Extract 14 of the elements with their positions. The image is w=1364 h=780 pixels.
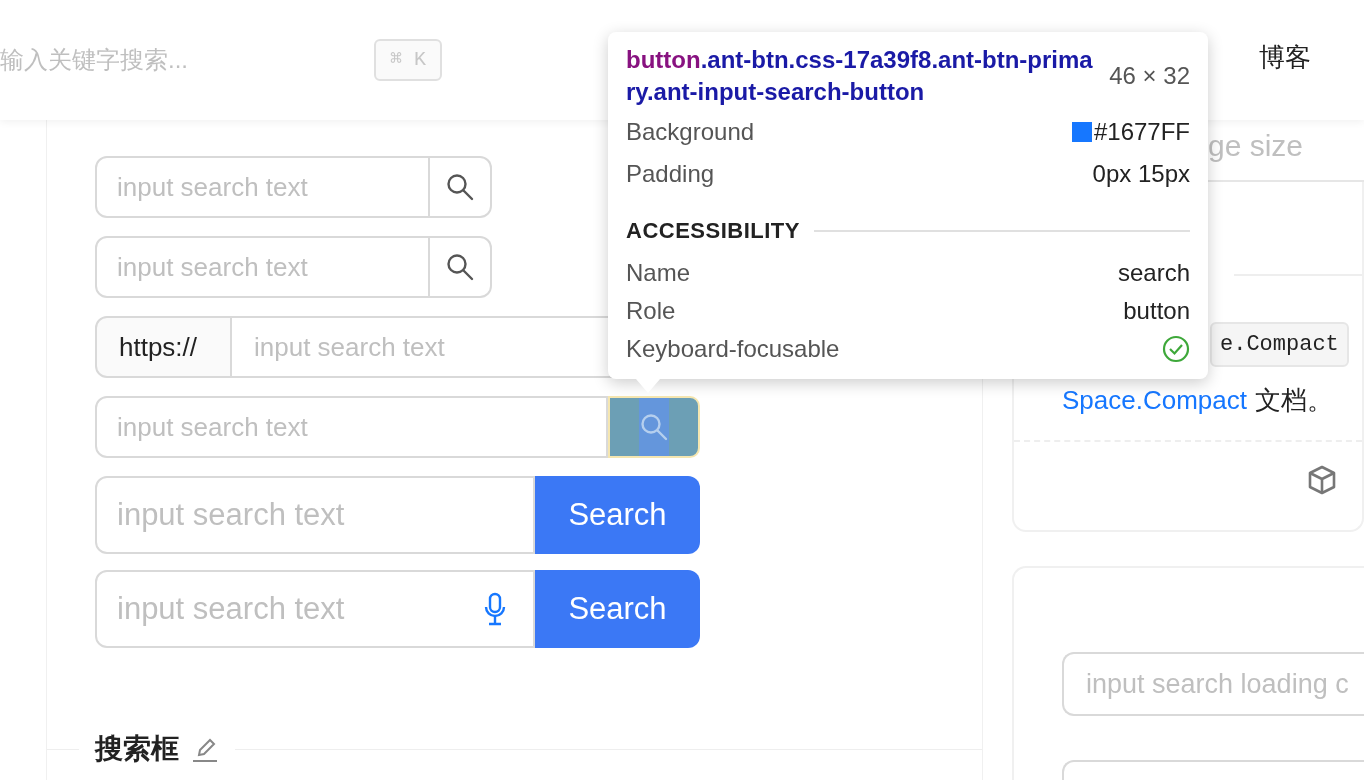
property-value: #1677FF <box>1093 117 1190 147</box>
code-snippet: e.Compact <box>1210 322 1349 367</box>
property-value: search <box>1117 258 1190 288</box>
property-value: button <box>1123 296 1190 326</box>
property-value: 0px 15px <box>1092 159 1190 189</box>
description-text: 文档。 <box>1255 384 1333 417</box>
property-label: Padding <box>626 159 715 189</box>
property-label: Name <box>626 258 691 288</box>
element-selector: button.ant-btn.css-17a39f8.ant-btn-primary.ant-input-search-button <box>626 45 1094 107</box>
element-size: 46 × 32 <box>1109 61 1190 91</box>
section-heading: 搜索框 <box>95 732 179 766</box>
url-prefix-addon: https:// <box>95 316 232 378</box>
section-label: ACCESSIBILITY <box>626 217 800 245</box>
property-label: Background <box>626 117 755 147</box>
